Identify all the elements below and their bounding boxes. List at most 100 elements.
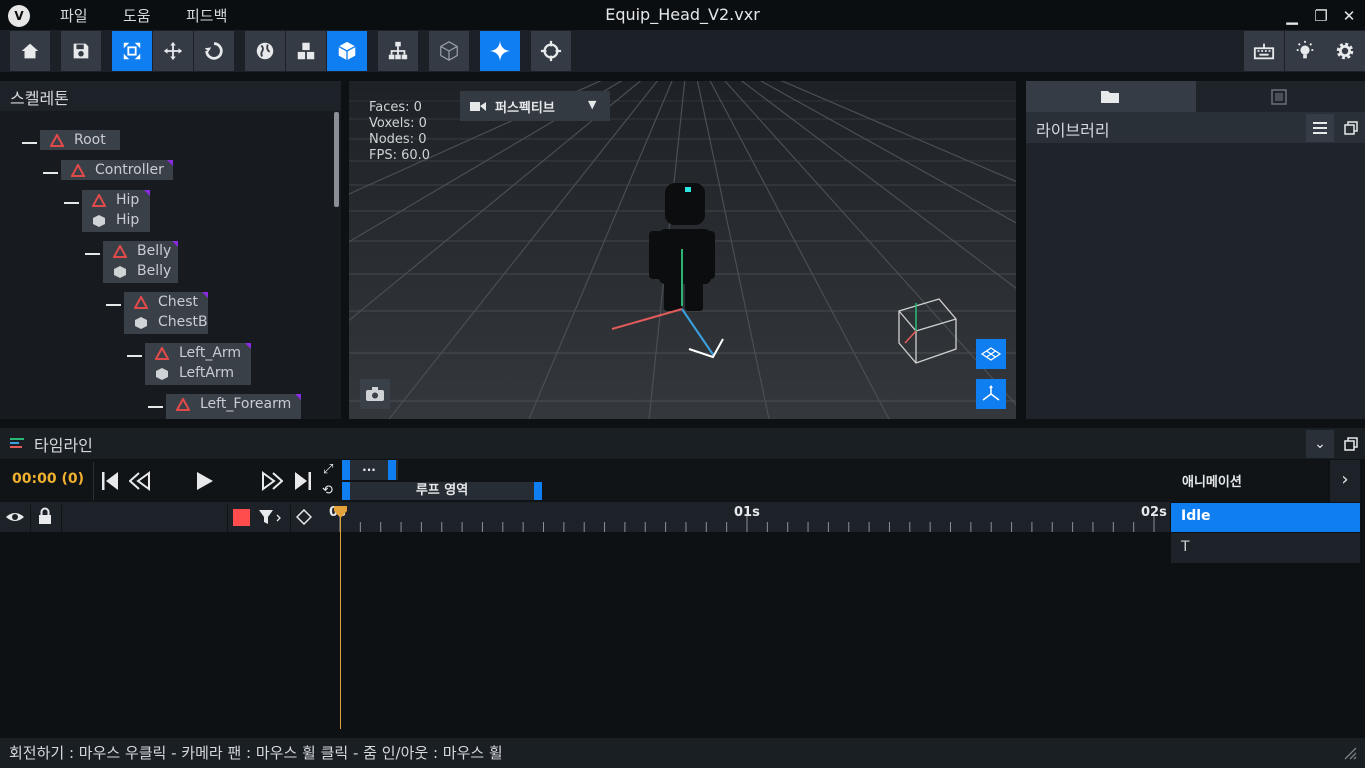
collapse-toggle[interactable]: [127, 355, 142, 357]
playhead[interactable]: [340, 507, 341, 729]
tree-node-belly[interactable]: Belly Belly: [103, 241, 178, 283]
tree-node-hip[interactable]: Hip Hip: [82, 190, 150, 232]
settings-icon[interactable]: [1325, 31, 1365, 71]
tree-node-chest[interactable]: Chest ChestB: [124, 292, 208, 334]
bone-icon: [113, 245, 127, 258]
step-forward-icon[interactable]: [257, 462, 287, 500]
play-icon[interactable]: [190, 462, 220, 500]
keyframe-diamond-icon[interactable]: [295, 508, 313, 526]
collapse-toggle[interactable]: [85, 253, 100, 255]
library-tab-folder[interactable]: [1026, 81, 1196, 112]
collapse-toggle[interactable]: [22, 142, 37, 144]
keyboard-icon[interactable]: [1244, 31, 1284, 71]
mesh-label: Hip: [116, 212, 140, 228]
camera-mode-dropdown[interactable]: 퍼스펙티브 ▼: [460, 91, 610, 121]
visibility-eye-icon[interactable]: [5, 507, 25, 527]
range-handle-right[interactable]: [388, 460, 396, 480]
crosshair-icon[interactable]: [531, 31, 571, 71]
bone-label: Belly: [137, 243, 172, 259]
mesh-icon: [93, 215, 105, 227]
light-icon[interactable]: [1285, 31, 1325, 71]
bone-label: Hip: [116, 192, 140, 208]
stat-faces: Faces: 0: [369, 100, 422, 115]
voxels-icon[interactable]: [286, 31, 326, 71]
cube-icon[interactable]: [327, 31, 367, 71]
expand-icon[interactable]: ⤢: [323, 462, 339, 478]
mesh-label: Belly: [137, 263, 172, 279]
world-icon[interactable]: [245, 31, 285, 71]
mesh-icon: [135, 317, 147, 329]
library-tab-frame[interactable]: [1196, 81, 1365, 112]
loop-region-label: 루프 영역: [415, 483, 469, 498]
undock-icon[interactable]: [1337, 430, 1365, 458]
undock-icon[interactable]: [1337, 114, 1365, 142]
screenshot-camera-icon[interactable]: [360, 379, 390, 409]
timeline-header: [0, 428, 1365, 459]
skip-to-start-icon[interactable]: [95, 462, 125, 500]
tree-node-left-forearm[interactable]: Left_Forearm: [166, 394, 301, 419]
bone-icon: [134, 296, 148, 309]
bone-icon: [50, 134, 64, 147]
collapse-chevron-icon[interactable]: ⌄: [1306, 430, 1334, 458]
minimize-icon[interactable]: ▁: [1281, 5, 1303, 27]
folder-icon: [1101, 91, 1119, 103]
home-icon[interactable]: [10, 31, 50, 71]
bone-label: Controller: [95, 162, 164, 178]
more-icon[interactable]: ···: [358, 460, 380, 480]
divider: [227, 505, 228, 532]
stat-nodes: Nodes: 0: [369, 132, 427, 147]
tree-node-controller[interactable]: Controller: [61, 160, 173, 180]
mesh-icon: [156, 368, 168, 380]
ruler-label-01s: 01s: [734, 505, 760, 520]
playhead-handle[interactable]: [334, 506, 347, 518]
hierarchy-icon[interactable]: [378, 31, 418, 71]
record-button[interactable]: [233, 509, 250, 526]
divider: [61, 505, 62, 532]
filter-icon[interactable]: [258, 507, 284, 527]
bone-label: Left_Forearm: [200, 396, 292, 412]
lock-icon[interactable]: [37, 507, 57, 527]
loop-icon[interactable]: ⟲: [322, 483, 338, 499]
chevron-down-icon: ▼: [588, 98, 597, 111]
animation-name: Idle: [1181, 508, 1211, 524]
save-icon[interactable]: [61, 31, 101, 71]
timeline-title: 타임라인: [34, 436, 93, 455]
axes-icon[interactable]: [976, 379, 1006, 409]
marker-corner: [202, 292, 208, 298]
select-scale-icon[interactable]: [112, 31, 152, 71]
window-title: Equip_Head_V2.vxr: [605, 5, 760, 24]
move-icon[interactable]: [153, 31, 193, 71]
close-icon[interactable]: ✕: [1338, 5, 1360, 27]
skeleton-scrollbar[interactable]: [334, 112, 339, 207]
list-menu-icon[interactable]: [1306, 114, 1334, 142]
collapse-toggle[interactable]: [106, 304, 121, 306]
animation-item-t[interactable]: T: [1171, 533, 1360, 563]
3d-viewport[interactable]: [349, 81, 1016, 419]
marker-corner: [167, 160, 173, 166]
bone-label: Left_Arm: [179, 345, 242, 361]
collapse-toggle[interactable]: [148, 406, 163, 408]
tree-node-left-arm[interactable]: Left_Arm LeftArm: [145, 343, 251, 385]
sparkle-icon[interactable]: [480, 31, 520, 71]
grid-plane-icon[interactable]: [976, 339, 1006, 369]
wireframe-cube-icon[interactable]: [429, 31, 469, 71]
bone-icon: [176, 398, 190, 411]
bone-label: Root: [74, 132, 106, 148]
divider: [93, 462, 94, 500]
tree-node-root[interactable]: Root: [40, 130, 120, 150]
step-back-icon[interactable]: [125, 462, 155, 500]
chevron-right-icon[interactable]: ›: [1330, 460, 1360, 502]
timeline-icon: [10, 438, 24, 448]
mesh-icon: [114, 266, 126, 278]
bone-icon: [92, 194, 106, 207]
collapse-toggle[interactable]: [64, 202, 79, 204]
range-handle-left[interactable]: [342, 460, 350, 480]
animation-item-idle[interactable]: Idle: [1171, 503, 1360, 532]
rotate-icon[interactable]: [194, 31, 234, 71]
resize-grip-icon[interactable]: [1343, 746, 1357, 760]
stat-voxels: Voxels: 0: [369, 116, 427, 131]
skip-to-end-icon[interactable]: [288, 462, 318, 500]
collapse-toggle[interactable]: [43, 172, 58, 174]
restore-icon[interactable]: ❐: [1310, 5, 1332, 27]
bone-icon: [155, 347, 169, 360]
